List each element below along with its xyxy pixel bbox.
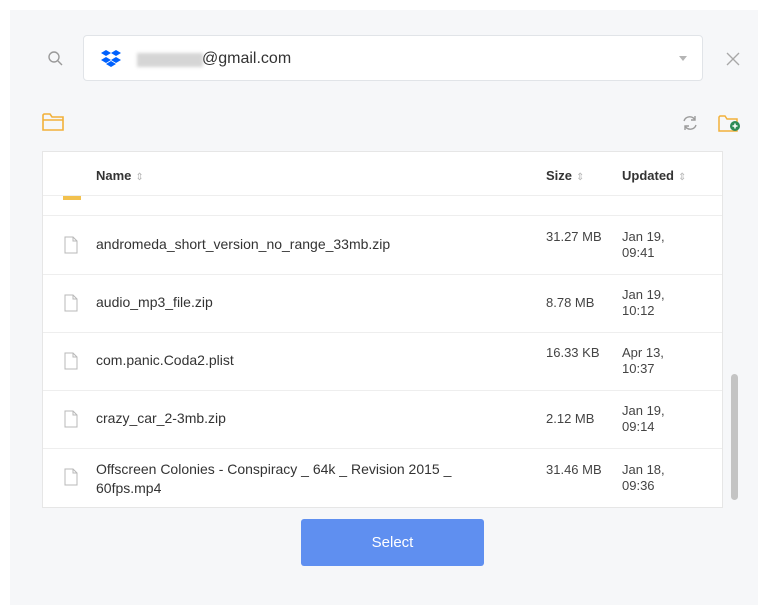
file-size: 8.78 MB	[546, 295, 595, 310]
search-icon[interactable]	[47, 50, 73, 76]
file-updated: Jan 19, 10:12	[622, 287, 665, 318]
list-item[interactable]: crazy_car_2-3mb.zip 2.12 MB Jan 19, 09:1…	[43, 390, 722, 449]
file-list: Name ⇕ Size ⇕ Updated ⇕ andromeda_short_ver…	[42, 151, 723, 508]
scrollbar[interactable]	[730, 151, 740, 508]
file-size: 31.46 MB	[546, 462, 602, 477]
file-icon	[64, 236, 78, 259]
file-picker-dialog: @gmail.com Name ⇕ Size ⇕ Updated ⇕ andromed…	[10, 10, 758, 605]
file-size: 16.33 KB	[546, 345, 600, 360]
account-email: @gmail.com	[202, 50, 292, 67]
file-updated: Jan 19, 09:41	[622, 229, 665, 260]
file-icon	[64, 294, 78, 317]
column-name-header[interactable]: Name ⇕	[96, 168, 144, 183]
file-name: audio_mp3_file.zip	[96, 294, 213, 310]
file-icon	[64, 352, 78, 375]
scrollbar-thumb[interactable]	[731, 374, 738, 500]
file-updated: Jan 19, 09:14	[622, 403, 665, 434]
file-updated: Jan 18, 09:36	[622, 462, 665, 493]
select-button[interactable]: Select	[301, 519, 484, 566]
refresh-icon[interactable]	[681, 114, 699, 137]
column-updated-header[interactable]: Updated ⇕	[622, 168, 686, 183]
sort-icon: ⇕	[678, 172, 687, 183]
column-size-header[interactable]: Size ⇕	[546, 168, 584, 183]
list-item[interactable]: andromeda_short_version_no_range_33mb.zi…	[43, 216, 722, 275]
file-icon	[64, 468, 78, 491]
sort-icon: ⇕	[135, 172, 144, 183]
file-icon	[64, 410, 78, 433]
new-folder-icon[interactable]	[718, 114, 742, 139]
file-name: andromeda_short_version_no_range_33mb.zi…	[96, 236, 391, 252]
chevron-down-icon[interactable]	[679, 56, 687, 61]
file-size: 31.27 MB	[546, 229, 602, 244]
email-redacted	[137, 53, 203, 67]
file-name: Offscreen Colonies - Conspiracy _ 64k _ …	[96, 461, 452, 496]
sort-icon: ⇕	[576, 172, 585, 183]
file-size: 2.12 MB	[546, 411, 595, 426]
list-item-partial[interactable]	[43, 195, 722, 216]
folder-open-icon[interactable]	[42, 112, 66, 137]
list-header: Name ⇕ Size ⇕ Updated ⇕	[43, 152, 722, 196]
list-item[interactable]: com.panic.Coda2.plist 16.33 KB Apr 13, 1…	[43, 332, 722, 391]
list-item[interactable]: Offscreen Colonies - Conspiracy _ 64k _ …	[43, 448, 722, 507]
file-updated: Apr 13, 10:37	[622, 345, 664, 376]
account-select[interactable]: @gmail.com	[83, 35, 703, 81]
file-name: com.panic.Coda2.plist	[96, 352, 234, 368]
file-name: crazy_car_2-3mb.zip	[96, 410, 226, 426]
list-item[interactable]: audio_mp3_file.zip 8.78 MB Jan 19, 10:12	[43, 274, 722, 333]
close-icon[interactable]	[723, 49, 743, 69]
dropbox-icon	[101, 49, 121, 67]
